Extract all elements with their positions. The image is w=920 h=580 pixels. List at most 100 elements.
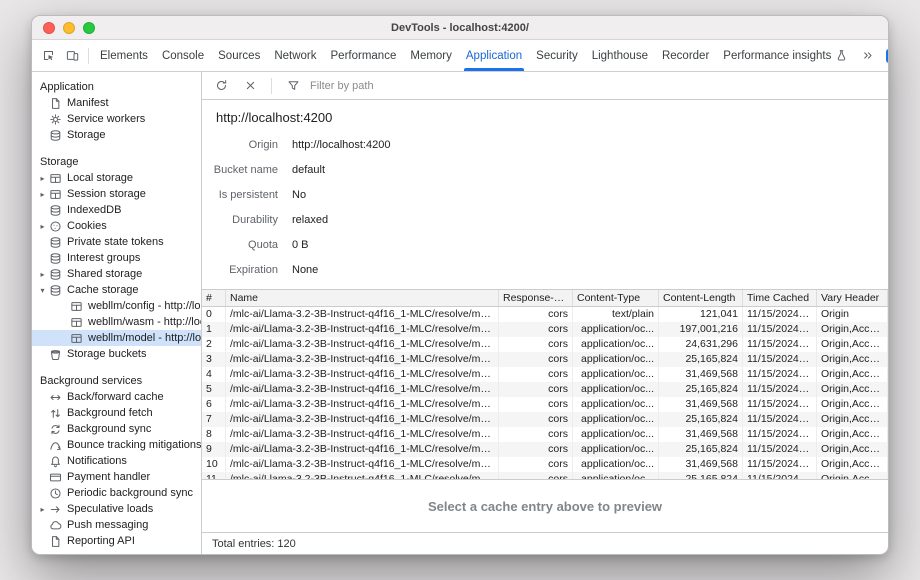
column-header-content-type[interactable]: Content-Type (573, 290, 659, 306)
tab-elements[interactable]: Elements (93, 40, 155, 71)
zoom-button[interactable] (83, 22, 95, 34)
sidebar-item-webllm-wasm-http-loca[interactable]: webllm/wasm - http://loca... (32, 314, 201, 330)
table-icon (69, 315, 84, 329)
clock-icon (48, 486, 63, 500)
cache-entry-row[interactable]: 3/mlc-ai/Llama-3.2-3B-Instruct-q4f16_1-M… (202, 352, 888, 367)
cache-entry-row[interactable]: 8/mlc-ai/Llama-3.2-3B-Instruct-q4f16_1-M… (202, 427, 888, 442)
cell-item: 7 (202, 412, 226, 427)
cache-entry-row[interactable]: 9/mlc-ai/Llama-3.2-3B-Instruct-q4f16_1-M… (202, 442, 888, 457)
delete-selected-icon[interactable] (238, 74, 262, 98)
sidebar-item-background-fetch[interactable]: Background fetch (32, 405, 201, 421)
sidebar-item-label: Cookies (67, 220, 201, 232)
chevron-right-icon[interactable]: ▸ (37, 270, 48, 279)
cell-time-cached: 11/15/2024, 10... (743, 337, 817, 352)
cache-entry-row[interactable]: 10/mlc-ai/Llama-3.2-3B-Instruct-q4f16_1-… (202, 457, 888, 472)
sidebar-item-bounce-tracking-mitigations[interactable]: Bounce tracking mitigations (32, 437, 201, 453)
cell-content-type: application/oc... (573, 442, 659, 457)
sidebar-item-payment-handler[interactable]: Payment handler (32, 469, 201, 485)
meta-label: Expiration (202, 264, 278, 276)
cache-entry-row[interactable]: 5/mlc-ai/Llama-3.2-3B-Instruct-q4f16_1-M… (202, 382, 888, 397)
issues-badge[interactable]: 3 (886, 49, 889, 63)
meta-value: None (292, 264, 318, 276)
database-icon (48, 128, 63, 142)
sidebar-item-session-storage[interactable]: ▸Session storage (32, 186, 201, 202)
sidebar-item-manifest[interactable]: Manifest (32, 95, 201, 111)
sidebar-item-notifications[interactable]: Notifications (32, 453, 201, 469)
chevron-right-icon[interactable]: ▸ (37, 505, 48, 514)
cell-time-cached: 11/15/2024, 10... (743, 352, 817, 367)
sidebar-item-back-forward-cache[interactable]: Back/forward cache (32, 389, 201, 405)
chevron-right-icon[interactable]: ▸ (37, 174, 48, 183)
column-header-item[interactable]: # (202, 290, 226, 306)
tab-performance-insights[interactable]: Performance insights (716, 40, 855, 71)
tab-memory[interactable]: Memory (403, 40, 459, 71)
sidebar-item-label: Private state tokens (67, 236, 201, 248)
column-header-time-cached[interactable]: Time Cached (743, 290, 817, 306)
chevron-down-icon[interactable]: ▾ (37, 286, 48, 295)
sidebar-item-private-state-tokens[interactable]: Private state tokens (32, 234, 201, 250)
sidebar-item-service-workers[interactable]: Service workers (32, 111, 201, 127)
sidebar-item-shared-storage[interactable]: ▸ Shared storage (32, 266, 201, 282)
sidebar-item-cache-storage[interactable]: ▾Cache storage (32, 282, 201, 298)
sidebar-item-label: Shared storage (67, 268, 201, 280)
sidebar-item-background-sync[interactable]: Background sync (32, 421, 201, 437)
chevron-right-icon[interactable]: ▸ (37, 190, 48, 199)
tab-label: Performance insights (723, 50, 831, 62)
cache-entry-row[interactable]: 7/mlc-ai/Llama-3.2-3B-Instruct-q4f16_1-M… (202, 412, 888, 427)
sidebar-item-push-messaging[interactable]: Push messaging (32, 517, 201, 533)
table-icon (48, 187, 63, 201)
document-icon (48, 534, 63, 548)
sidebar-item-storage-buckets[interactable]: Storage buckets (32, 346, 201, 362)
cache-entry-row[interactable]: 4/mlc-ai/Llama-3.2-3B-Instruct-q4f16_1-M… (202, 367, 888, 382)
sidebar-item-webllm-config-http-loc[interactable]: webllm/config - http://loc... (32, 298, 201, 314)
sidebar-item-periodic-background-sync[interactable]: Periodic background sync (32, 485, 201, 501)
column-header-content-length[interactable]: Content-Length (659, 290, 743, 306)
cell-name: /mlc-ai/Llama-3.2-3B-Instruct-q4f16_1-ML… (226, 367, 499, 382)
tab-performance[interactable]: Performance (324, 40, 404, 71)
sidebar-item-label: Storage buckets (67, 348, 201, 360)
devtools-body: ApplicationManifestService workersStorag… (32, 72, 888, 554)
chevron-right-icon[interactable]: ▸ (37, 222, 48, 231)
column-header-response-type[interactable]: Response-Type (499, 290, 573, 306)
column-header-vary-header[interactable]: Vary Header (817, 290, 888, 306)
cell-response-type: cors (499, 397, 573, 412)
cache-entry-row[interactable]: 2/mlc-ai/Llama-3.2-3B-Instruct-q4f16_1-M… (202, 337, 888, 352)
cache-entry-row[interactable]: 11/mlc-ai/Llama-3.2-3B-Instruct-q4f16_1-… (202, 472, 888, 479)
cache-entry-row[interactable]: 1/mlc-ai/Llama-3.2-3B-Instruct-q4f16_1-M… (202, 322, 888, 337)
sidebar-item-storage[interactable]: Storage (32, 127, 201, 143)
device-toolbar-icon[interactable] (60, 44, 84, 68)
cache-entry-row[interactable]: 0/mlc-ai/Llama-3.2-3B-Instruct-q4f16_1-M… (202, 307, 888, 322)
inspect-element-icon[interactable] (36, 44, 60, 68)
meta-value: default (292, 164, 325, 176)
sidebar-item-cookies[interactable]: ▸ Cookies (32, 218, 201, 234)
sync-icon (48, 422, 63, 436)
cell-vary-header: Origin,Access... (817, 427, 888, 442)
more-tabs-icon[interactable] (855, 44, 879, 68)
sidebar-section-title-application: Application (32, 77, 201, 95)
sidebar-item-webllm-model-http-loc[interactable]: webllm/model - http://loc... (32, 330, 201, 346)
tab-security[interactable]: Security (529, 40, 585, 71)
tab-application[interactable]: Application (459, 40, 529, 71)
tab-lighthouse[interactable]: Lighthouse (585, 40, 655, 71)
tab-console[interactable]: Console (155, 40, 211, 71)
cell-content-length: 24,631,296 (659, 337, 743, 352)
column-header-name[interactable]: Name (226, 290, 499, 306)
database-icon (48, 235, 63, 249)
tab-recorder[interactable]: Recorder (655, 40, 716, 71)
tab-label: Recorder (662, 50, 709, 62)
sidebar-item-speculative-loads[interactable]: ▸Speculative loads (32, 501, 201, 517)
cache-entry-row[interactable]: 6/mlc-ai/Llama-3.2-3B-Instruct-q4f16_1-M… (202, 397, 888, 412)
close-button[interactable] (43, 22, 55, 34)
sidebar-item-reporting-api[interactable]: Reporting API (32, 533, 201, 549)
filter-input[interactable] (310, 80, 530, 92)
cell-vary-header: Origin,Access... (817, 352, 888, 367)
sidebar-item-indexeddb[interactable]: IndexedDB (32, 202, 201, 218)
titlebar: DevTools - localhost:4200/ (32, 16, 888, 40)
tab-network[interactable]: Network (267, 40, 323, 71)
refresh-icon[interactable] (209, 74, 233, 98)
cell-response-type: cors (499, 457, 573, 472)
tab-sources[interactable]: Sources (211, 40, 267, 71)
sidebar-item-local-storage[interactable]: ▸Local storage (32, 170, 201, 186)
sidebar-item-interest-groups[interactable]: Interest groups (32, 250, 201, 266)
minimize-button[interactable] (63, 22, 75, 34)
